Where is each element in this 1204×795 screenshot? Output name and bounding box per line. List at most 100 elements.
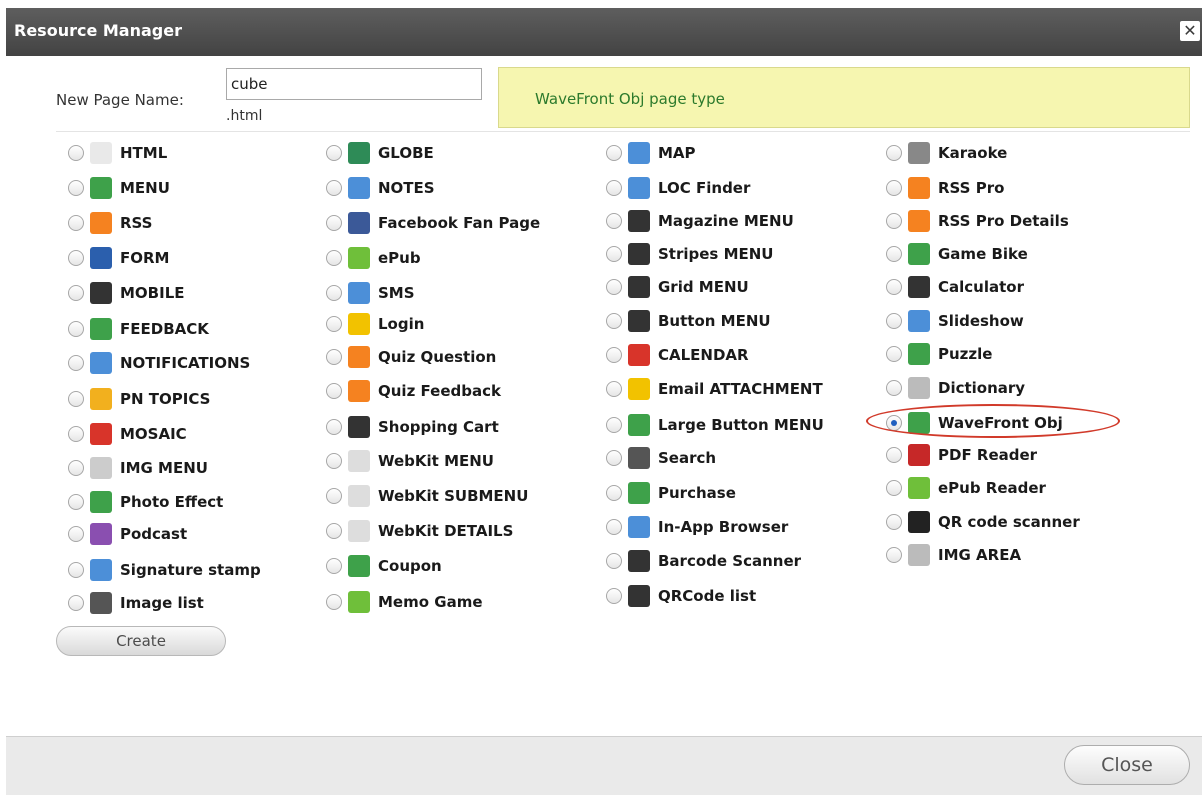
radio-button[interactable] bbox=[326, 594, 342, 610]
page-type-option[interactable]: ePub Reader bbox=[886, 475, 1046, 501]
radio-button[interactable] bbox=[886, 313, 902, 329]
page-type-option[interactable]: RSS Pro Details bbox=[886, 208, 1069, 234]
page-type-option[interactable]: Stripes MENU bbox=[606, 241, 773, 267]
radio-button[interactable] bbox=[326, 215, 342, 231]
radio-button[interactable] bbox=[326, 523, 342, 539]
page-type-option[interactable]: FEEDBACK bbox=[68, 316, 209, 342]
page-type-option[interactable]: NOTIFICATIONS bbox=[68, 350, 250, 376]
radio-button[interactable] bbox=[326, 250, 342, 266]
radio-button[interactable] bbox=[886, 213, 902, 229]
page-type-option[interactable]: RSS bbox=[68, 210, 152, 236]
radio-button[interactable] bbox=[606, 246, 622, 262]
radio-button[interactable] bbox=[68, 355, 84, 371]
page-type-option[interactable]: FORM bbox=[68, 245, 169, 271]
radio-button[interactable] bbox=[606, 588, 622, 604]
page-type-option[interactable]: Dictionary bbox=[886, 375, 1025, 401]
page-type-option[interactable]: Signature stamp bbox=[68, 557, 261, 583]
page-type-option[interactable]: Grid MENU bbox=[606, 274, 749, 300]
page-type-option[interactable]: Game Bike bbox=[886, 241, 1028, 267]
page-type-option[interactable]: Barcode Scanner bbox=[606, 548, 801, 574]
page-type-option[interactable]: Image list bbox=[68, 590, 204, 616]
close-button[interactable]: Close bbox=[1064, 745, 1190, 785]
radio-button[interactable] bbox=[326, 145, 342, 161]
radio-button[interactable] bbox=[886, 480, 902, 496]
radio-button[interactable] bbox=[606, 213, 622, 229]
page-type-option[interactable]: SMS bbox=[326, 280, 415, 306]
page-type-option[interactable]: WebKit MENU bbox=[326, 448, 494, 474]
radio-button[interactable] bbox=[68, 526, 84, 542]
page-type-option[interactable]: Magazine MENU bbox=[606, 208, 794, 234]
radio-button[interactable] bbox=[326, 453, 342, 469]
radio-button[interactable] bbox=[606, 417, 622, 433]
close-icon[interactable]: ✕ bbox=[1180, 21, 1200, 41]
page-type-option[interactable]: WebKit DETAILS bbox=[326, 518, 513, 544]
radio-button[interactable] bbox=[606, 519, 622, 535]
page-type-option[interactable]: Login bbox=[326, 311, 424, 337]
radio-button[interactable] bbox=[326, 558, 342, 574]
page-type-option[interactable]: QRCode list bbox=[606, 583, 756, 609]
create-button[interactable]: Create bbox=[56, 626, 226, 656]
page-type-option[interactable]: Podcast bbox=[68, 521, 187, 547]
radio-button[interactable] bbox=[886, 180, 902, 196]
page-type-option[interactable]: WebKit SUBMENU bbox=[326, 483, 528, 509]
page-type-option[interactable]: Search bbox=[606, 445, 716, 471]
radio-button[interactable] bbox=[606, 553, 622, 569]
radio-button[interactable] bbox=[606, 450, 622, 466]
page-type-option[interactable]: PDF Reader bbox=[886, 442, 1037, 468]
radio-button[interactable] bbox=[606, 347, 622, 363]
radio-button[interactable] bbox=[886, 447, 902, 463]
radio-button[interactable] bbox=[68, 145, 84, 161]
page-type-option[interactable]: RSS Pro bbox=[886, 175, 1004, 201]
page-type-option[interactable]: Shopping Cart bbox=[326, 414, 499, 440]
page-type-option[interactable]: IMG AREA bbox=[886, 542, 1021, 568]
page-type-option[interactable]: QR code scanner bbox=[886, 509, 1080, 535]
radio-button[interactable] bbox=[886, 279, 902, 295]
page-type-option[interactable]: Button MENU bbox=[606, 308, 771, 334]
page-type-option[interactable]: MAP bbox=[606, 140, 696, 166]
page-type-option[interactable]: Email ATTACHMENT bbox=[606, 376, 823, 402]
radio-button[interactable] bbox=[886, 380, 902, 396]
radio-button[interactable] bbox=[68, 562, 84, 578]
radio-button[interactable] bbox=[326, 180, 342, 196]
page-type-option[interactable]: MOBILE bbox=[68, 280, 185, 306]
radio-button[interactable] bbox=[68, 321, 84, 337]
page-type-option[interactable]: GLOBE bbox=[326, 140, 434, 166]
radio-button[interactable] bbox=[68, 391, 84, 407]
radio-button[interactable] bbox=[606, 279, 622, 295]
radio-button[interactable] bbox=[326, 349, 342, 365]
radio-button[interactable] bbox=[886, 246, 902, 262]
radio-button[interactable] bbox=[68, 180, 84, 196]
page-type-option[interactable]: Purchase bbox=[606, 480, 736, 506]
radio-button[interactable] bbox=[326, 285, 342, 301]
page-type-option[interactable]: PN TOPICS bbox=[68, 386, 210, 412]
radio-button[interactable] bbox=[326, 419, 342, 435]
page-type-option[interactable]: MENU bbox=[68, 175, 170, 201]
radio-button[interactable] bbox=[326, 316, 342, 332]
page-type-option[interactable]: IMG MENU bbox=[68, 455, 208, 481]
radio-button[interactable] bbox=[886, 346, 902, 362]
page-type-option[interactable]: Quiz Feedback bbox=[326, 378, 501, 404]
page-type-option[interactable]: Coupon bbox=[326, 553, 442, 579]
radio-button[interactable] bbox=[68, 285, 84, 301]
page-type-option[interactable]: Facebook Fan Page bbox=[326, 210, 540, 236]
radio-button[interactable] bbox=[886, 145, 902, 161]
page-type-option[interactable]: Photo Effect bbox=[68, 489, 223, 515]
radio-button[interactable] bbox=[68, 426, 84, 442]
page-type-option[interactable]: Quiz Question bbox=[326, 344, 496, 370]
page-type-option[interactable]: Large Button MENU bbox=[606, 412, 824, 438]
radio-button[interactable] bbox=[606, 485, 622, 501]
page-type-option[interactable]: HTML bbox=[68, 140, 167, 166]
page-type-option[interactable]: NOTES bbox=[326, 175, 435, 201]
page-type-option[interactable]: ePub bbox=[326, 245, 421, 271]
radio-button[interactable] bbox=[68, 250, 84, 266]
page-type-option[interactable]: Karaoke bbox=[886, 140, 1007, 166]
radio-button[interactable] bbox=[68, 215, 84, 231]
radio-button[interactable] bbox=[68, 494, 84, 510]
radio-button[interactable] bbox=[886, 547, 902, 563]
page-type-option[interactable]: LOC Finder bbox=[606, 175, 750, 201]
radio-button[interactable] bbox=[326, 383, 342, 399]
new-page-name-input[interactable] bbox=[226, 68, 482, 100]
page-type-option[interactable]: Puzzle bbox=[886, 341, 992, 367]
page-type-option[interactable]: MOSAIC bbox=[68, 421, 187, 447]
page-type-option[interactable]: In-App Browser bbox=[606, 514, 788, 540]
